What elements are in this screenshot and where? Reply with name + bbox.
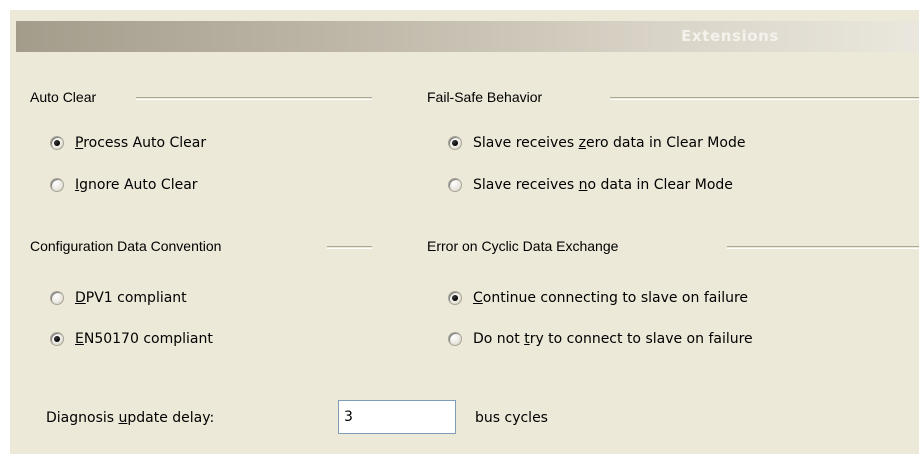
radio-label[interactable]: Slave receives zero data in Clear Mode: [473, 135, 745, 151]
radio-indicator[interactable]: [50, 136, 64, 150]
auto-clear-group-divider: [136, 97, 372, 100]
radio-indicator[interactable]: [50, 291, 64, 305]
cyclic-error-group-divider: [727, 246, 919, 249]
do-not-connect-radio[interactable]: Do not try to connect to slave on failur…: [448, 328, 753, 350]
diagnosis-delay-label: Diagnosis update delay:: [46, 410, 215, 426]
radio-indicator[interactable]: [448, 332, 462, 346]
ignore-auto-clear-radio[interactable]: Ignore Auto Clear: [50, 174, 198, 196]
radio-indicator[interactable]: [448, 291, 462, 305]
radio-indicator[interactable]: [50, 178, 64, 192]
process-auto-clear-radio[interactable]: Process Auto Clear: [50, 132, 206, 154]
radio-indicator[interactable]: [448, 136, 462, 150]
section-title: Extensions: [681, 27, 779, 45]
en50170-compliant-radio[interactable]: EN50170 compliant: [50, 328, 213, 350]
radio-label[interactable]: EN50170 compliant: [75, 331, 213, 347]
config-convention-group-title: Configuration Data Convention: [30, 238, 222, 254]
radio-label[interactable]: Ignore Auto Clear: [75, 177, 198, 193]
cyclic-error-group-title: Error on Cyclic Data Exchange: [427, 238, 619, 254]
section-header: Extensions: [16, 21, 919, 52]
bus-cycles-unit-label: bus cycles: [475, 410, 548, 426]
radio-indicator[interactable]: [50, 332, 64, 346]
fail-safe-group-divider: [610, 97, 919, 100]
continue-connecting-radio[interactable]: Continue connecting to slave on failure: [448, 287, 748, 309]
slave-no-data-radio[interactable]: Slave receives no data in Clear Mode: [448, 174, 733, 196]
radio-label[interactable]: DPV1 compliant: [75, 290, 187, 306]
radio-label[interactable]: Process Auto Clear: [75, 135, 206, 151]
extensions-panel: [10, 10, 919, 454]
dpv1-compliant-radio[interactable]: DPV1 compliant: [50, 287, 187, 309]
diagnosis-delay-input[interactable]: [338, 400, 456, 434]
fail-safe-group-title: Fail-Safe Behavior: [427, 89, 543, 105]
radio-label[interactable]: Do not try to connect to slave on failur…: [473, 331, 753, 347]
auto-clear-group-title: Auto Clear: [30, 89, 97, 105]
config-convention-group-divider: [327, 246, 372, 249]
slave-zero-data-radio[interactable]: Slave receives zero data in Clear Mode: [448, 132, 745, 154]
radio-label[interactable]: Continue connecting to slave on failure: [473, 290, 748, 306]
radio-label[interactable]: Slave receives no data in Clear Mode: [473, 177, 733, 193]
radio-indicator[interactable]: [448, 178, 462, 192]
